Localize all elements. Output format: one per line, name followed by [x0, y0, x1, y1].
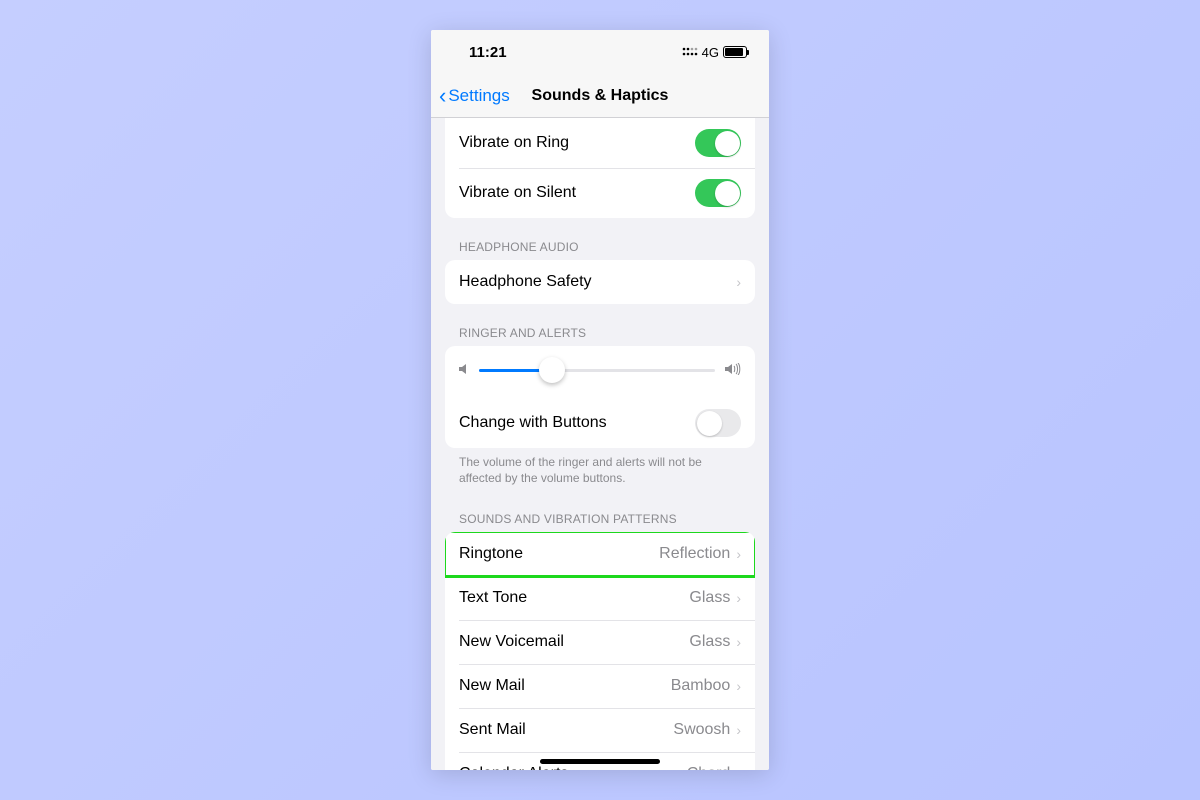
sound-row-text-tone[interactable]: Text ToneGlass › — [445, 576, 755, 620]
chevron-right-icon: › — [736, 678, 741, 694]
row-label: Sent Mail — [459, 721, 673, 739]
headphone-group: Headphone Safety › — [445, 260, 755, 304]
status-time: 11:21 — [469, 44, 507, 61]
network-label: 4G — [702, 45, 719, 60]
volume-high-icon — [725, 363, 741, 378]
status-bar: 11:21 4G — [431, 30, 769, 74]
sounds-patterns-header: SOUNDS AND VIBRATION PATTERNS — [431, 490, 769, 532]
row-value: Chord — [687, 765, 731, 770]
vibrate-ring-toggle[interactable] — [695, 129, 741, 157]
row-label: Ringtone — [459, 545, 659, 563]
sounds-group: RingtoneReflection›Text ToneGlass›New Vo… — [445, 532, 755, 770]
phone-frame: 11:21 4G ‹ Settings Sounds & Haptics Vib… — [431, 30, 769, 770]
chevron-right-icon: › — [736, 766, 741, 770]
row-value: Glass — [689, 633, 730, 651]
status-right: 4G — [682, 45, 747, 60]
row-value: Bamboo — [671, 677, 731, 695]
chevron-right-icon: › — [736, 274, 741, 290]
back-button[interactable]: ‹ Settings — [439, 85, 510, 107]
back-label: Settings — [448, 86, 509, 106]
volume-slider[interactable] — [479, 356, 715, 384]
battery-icon — [723, 46, 747, 58]
signal-icon — [682, 47, 698, 57]
sound-row-ringtone[interactable]: RingtoneReflection › — [445, 532, 755, 576]
slider-thumb[interactable] — [539, 357, 565, 383]
vibrate-group: Vibrate on Ring Vibrate on Silent — [445, 118, 755, 218]
row-label: Headphone Safety — [459, 273, 736, 291]
row-label: New Mail — [459, 677, 671, 695]
ringer-alerts-header: RINGER AND ALERTS — [431, 304, 769, 346]
volume-slider-row — [445, 346, 755, 398]
row-value: Reflection — [659, 545, 730, 563]
row-value: Glass — [689, 589, 730, 607]
chevron-right-icon: › — [736, 546, 741, 562]
home-indicator[interactable] — [540, 759, 660, 764]
vibrate-silent-toggle[interactable] — [695, 179, 741, 207]
nav-bar: ‹ Settings Sounds & Haptics — [431, 74, 769, 118]
row-label: Text Tone — [459, 589, 689, 607]
vibrate-on-silent-row[interactable]: Vibrate on Silent — [445, 168, 755, 218]
content-scroll[interactable]: Vibrate on Ring Vibrate on Silent HEADPH… — [431, 118, 769, 770]
row-label: Calendar Alerts — [459, 765, 687, 770]
change-with-buttons-row[interactable]: Change with Buttons — [445, 398, 755, 448]
row-label: Vibrate on Ring — [459, 134, 695, 152]
chevron-right-icon: › — [736, 634, 741, 650]
row-label: New Voicemail — [459, 633, 689, 651]
sound-row-sent-mail[interactable]: Sent MailSwoosh › — [445, 708, 755, 752]
sound-row-new-voicemail[interactable]: New VoicemailGlass › — [445, 620, 755, 664]
headphone-audio-header: HEADPHONE AUDIO — [431, 218, 769, 260]
page-title: Sounds & Haptics — [532, 87, 669, 105]
sound-row-new-mail[interactable]: New MailBamboo › — [445, 664, 755, 708]
headphone-safety-row[interactable]: Headphone Safety › — [445, 260, 755, 304]
change-buttons-toggle[interactable] — [695, 409, 741, 437]
vibrate-on-ring-row[interactable]: Vibrate on Ring — [445, 118, 755, 168]
ringer-footer: The volume of the ringer and alerts will… — [431, 448, 769, 490]
chevron-right-icon: › — [736, 590, 741, 606]
ringer-group: Change with Buttons — [445, 346, 755, 448]
row-label: Change with Buttons — [459, 414, 695, 432]
row-label: Vibrate on Silent — [459, 184, 695, 202]
chevron-left-icon: ‹ — [439, 85, 446, 107]
volume-low-icon — [459, 363, 469, 378]
row-value: Swoosh — [673, 721, 730, 739]
chevron-right-icon: › — [736, 722, 741, 738]
